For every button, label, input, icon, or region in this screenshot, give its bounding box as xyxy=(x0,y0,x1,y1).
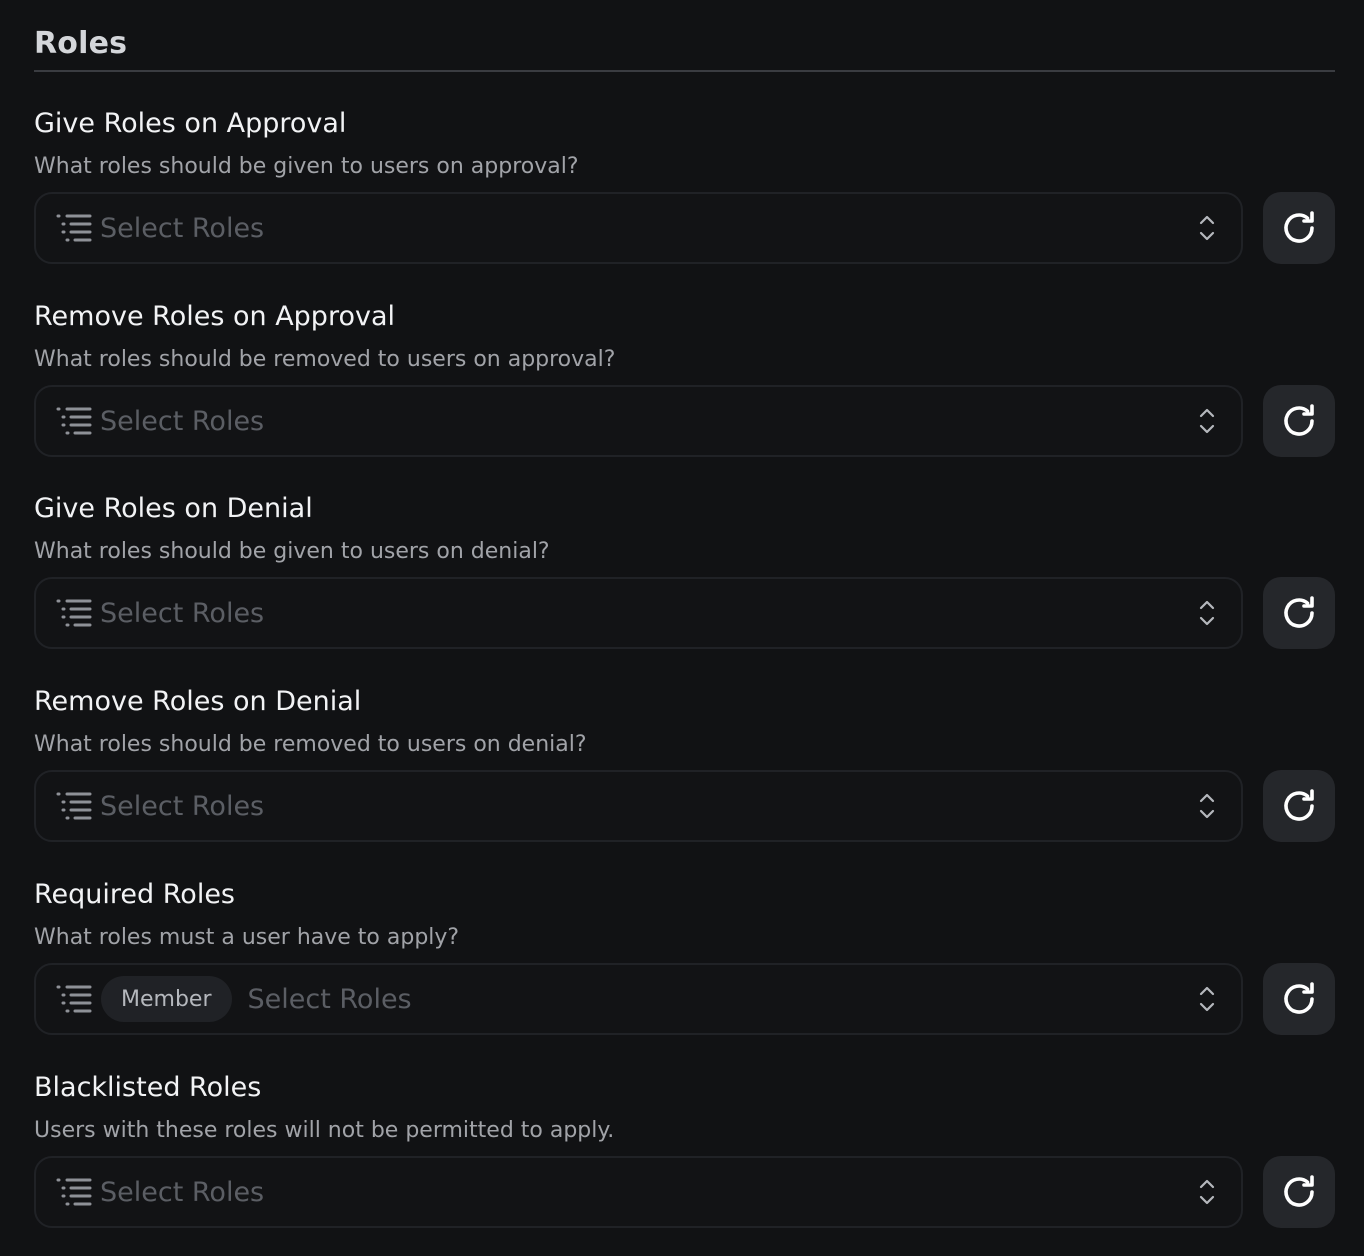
select-placeholder: Select Roles xyxy=(100,405,265,437)
field-title: Give Roles on Denial xyxy=(34,493,313,524)
roles-select[interactable]: Select Roles xyxy=(34,192,1243,264)
field-title: Blacklisted Roles xyxy=(34,1072,262,1103)
field-required-roles: Required Roles What roles must a user ha… xyxy=(34,878,1335,1035)
refresh-icon xyxy=(1284,404,1314,436)
field-title: Remove Roles on Approval xyxy=(34,301,395,332)
roles-settings-panel: Roles Give Roles on Approval What roles … xyxy=(34,0,1335,1228)
field-give-roles-on-denial: Give Roles on Denial What roles should b… xyxy=(34,492,1335,649)
chevron-up-down-icon xyxy=(1199,793,1215,819)
refresh-icon xyxy=(1284,596,1314,628)
chevron-up-down-icon xyxy=(1199,215,1215,241)
field-description: What roles should be removed to users on… xyxy=(34,732,587,757)
roles-select[interactable]: Member Select Roles xyxy=(34,963,1243,1035)
field-description: What roles should be given to users on a… xyxy=(34,154,579,179)
chevron-up-down-icon xyxy=(1199,600,1215,626)
field-title: Remove Roles on Denial xyxy=(34,686,362,717)
select-placeholder: Select Roles xyxy=(100,597,265,629)
reset-button[interactable] xyxy=(1263,1156,1335,1228)
roles-select[interactable]: Select Roles xyxy=(34,1156,1243,1228)
chevron-up-down-icon xyxy=(1199,986,1215,1012)
field-description: What roles must a user have to apply? xyxy=(34,925,460,950)
reset-button[interactable] xyxy=(1263,577,1335,649)
reset-button[interactable] xyxy=(1263,192,1335,264)
refresh-icon xyxy=(1284,1175,1314,1207)
chevron-up-down-icon xyxy=(1199,1179,1215,1205)
roles-select[interactable]: Select Roles xyxy=(34,770,1243,842)
section-divider xyxy=(34,70,1335,72)
list-icon xyxy=(56,792,92,820)
field-title: Give Roles on Approval xyxy=(34,108,347,139)
refresh-icon xyxy=(1284,789,1314,821)
refresh-icon xyxy=(1284,211,1314,243)
field-blacklisted-roles: Blacklisted Roles Users with these roles… xyxy=(34,1071,1335,1228)
list-icon xyxy=(56,407,92,435)
list-icon xyxy=(56,599,92,627)
field-title: Required Roles xyxy=(34,879,235,910)
select-placeholder: Select Roles xyxy=(100,790,265,822)
select-placeholder: Select Roles xyxy=(100,212,265,244)
reset-button[interactable] xyxy=(1263,770,1335,842)
chevron-up-down-icon xyxy=(1199,408,1215,434)
section-title: Roles xyxy=(34,26,128,61)
reset-button[interactable] xyxy=(1263,963,1335,1035)
reset-button[interactable] xyxy=(1263,385,1335,457)
field-description: Users with these roles will not be permi… xyxy=(34,1118,615,1143)
list-icon xyxy=(56,985,92,1013)
field-give-roles-on-approval: Give Roles on Approval What roles should… xyxy=(34,107,1335,264)
roles-select[interactable]: Select Roles xyxy=(34,577,1243,649)
field-remove-roles-on-denial: Remove Roles on Denial What roles should… xyxy=(34,685,1335,842)
field-remove-roles-on-approval: Remove Roles on Approval What roles shou… xyxy=(34,300,1335,457)
list-icon xyxy=(56,1178,92,1206)
refresh-icon xyxy=(1284,982,1314,1014)
list-icon xyxy=(56,214,92,242)
role-chip-member[interactable]: Member xyxy=(101,976,232,1022)
select-placeholder: Select Roles xyxy=(247,983,412,1015)
field-description: What roles should be removed to users on… xyxy=(34,347,616,372)
roles-select[interactable]: Select Roles xyxy=(34,385,1243,457)
select-placeholder: Select Roles xyxy=(100,1176,265,1208)
field-description: What roles should be given to users on d… xyxy=(34,539,550,564)
